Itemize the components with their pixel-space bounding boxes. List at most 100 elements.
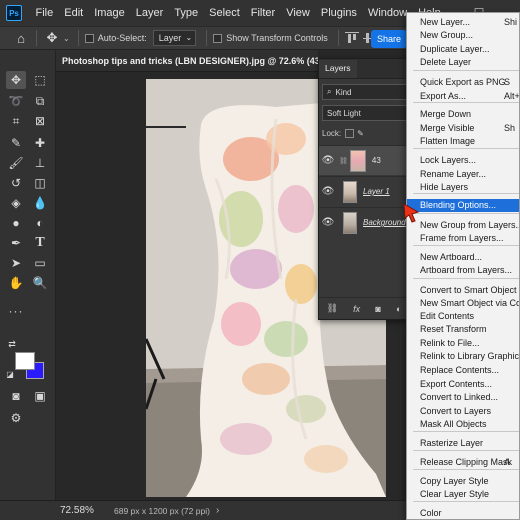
context-menu-item[interactable]: Mask All Objects <box>407 418 519 431</box>
adjustment-layer-icon[interactable]: ◐ <box>396 304 401 314</box>
context-menu-item[interactable]: Frame from Layers... <box>407 232 519 245</box>
content-credentials-icon[interactable]: ⚙ <box>6 409 26 427</box>
menu-layer[interactable]: Layer <box>130 0 169 26</box>
crop-tool-icon[interactable]: ⌗ <box>6 112 26 130</box>
document-tab[interactable]: Photoshop tips and tricks (LBN DESIGNER)… <box>56 50 318 72</box>
pen-tool-icon[interactable]: ✒ <box>6 234 26 252</box>
smudge-tool-icon[interactable]: ◐ <box>30 214 50 232</box>
type-tool-icon[interactable]: T <box>30 234 50 252</box>
context-menu-item[interactable]: Flatten Image <box>407 135 519 148</box>
context-menu-item[interactable]: Duplicate Layer... <box>407 43 519 56</box>
zoom-tool-icon[interactable]: 🔍 <box>30 274 50 292</box>
menu-file[interactable]: File <box>30 0 59 26</box>
hand-tool-icon[interactable]: ✋ <box>6 274 26 292</box>
context-menu-item[interactable]: Merge Down <box>407 108 519 121</box>
frame-tool-icon[interactable]: ⊠ <box>30 112 50 130</box>
tab-layers[interactable]: Layers <box>319 60 357 78</box>
context-menu-item[interactable]: Color <box>407 507 519 519</box>
menu-view[interactable]: View <box>281 0 316 26</box>
auto-select-checkbox[interactable] <box>84 33 94 43</box>
more-tools-icon[interactable]: ··· <box>6 302 26 320</box>
chevron-right-icon[interactable]: › <box>216 505 219 516</box>
chevron-down-icon[interactable]: ⌄ <box>63 34 70 43</box>
link-layers-icon[interactable]: ⛓ <box>327 303 338 314</box>
context-menu-item[interactable]: Relink to File... <box>407 337 519 350</box>
transform-controls-checkbox[interactable] <box>213 33 223 43</box>
context-menu-item[interactable]: Convert to Smart Object <box>407 284 519 297</box>
chevron-down-icon: ⌄ <box>185 33 193 42</box>
context-menu-item-label: Relink to File... <box>420 338 480 348</box>
layer-name[interactable]: 43 <box>372 156 381 165</box>
context-menu-item[interactable]: Copy Layer Style <box>407 475 519 488</box>
lock-pixels-icon[interactable]: ✎ <box>357 129 364 138</box>
history-brush-tool-icon[interactable]: ↺ <box>6 174 26 192</box>
zoom-level[interactable]: 72.58% <box>60 505 110 516</box>
filter-kind-dropdown[interactable]: ⌕ Kind <box>322 84 408 100</box>
blur-tool-icon[interactable]: 💧 <box>30 194 50 212</box>
context-menu-item[interactable]: Clear Layer Style <box>407 488 519 501</box>
rectangle-tool-icon[interactable]: ▭ <box>30 254 50 272</box>
paint-bucket-tool-icon[interactable]: ◈ <box>6 194 26 212</box>
context-menu-item[interactable]: Blending Options... <box>407 199 519 212</box>
foreground-color-swatch[interactable] <box>15 352 35 370</box>
context-menu-item[interactable]: Relink to Library Graphic... <box>407 350 519 363</box>
context-menu-item[interactable]: Artboard from Layers... <box>407 264 519 277</box>
move-tool-icon[interactable]: ✥ <box>41 27 63 49</box>
menu-image[interactable]: Image <box>89 0 131 26</box>
context-menu-item[interactable]: New Group from Layers... <box>407 219 519 232</box>
fx-icon[interactable]: fx <box>353 304 360 314</box>
path-selection-tool-icon[interactable]: ➤ <box>6 254 26 272</box>
marquee-tool-icon[interactable]: ⬚ <box>30 71 50 89</box>
add-mask-icon[interactable]: ◙ <box>375 304 380 314</box>
blend-mode-dropdown[interactable]: Soft Light <box>322 105 408 121</box>
clone-stamp-tool-icon[interactable]: ⊥ <box>30 154 50 172</box>
layer-name[interactable]: Background <box>363 218 406 227</box>
lasso-tool-icon[interactable]: ➰ <box>6 92 26 110</box>
context-menu-item[interactable]: New Group... <box>407 29 519 42</box>
object-select-tool-icon[interactable]: ⧉ <box>30 92 50 110</box>
context-menu-item[interactable]: New Artboard... <box>407 251 519 264</box>
context-menu-item[interactable]: Rename Layer... <box>407 168 519 181</box>
context-menu-item[interactable]: Convert to Layers <box>407 405 519 418</box>
context-menu-item[interactable]: Convert to Linked... <box>407 391 519 404</box>
context-menu-item[interactable]: Reset Transform <box>407 323 519 336</box>
eye-icon[interactable]: 👁 <box>319 217 337 228</box>
menu-filter[interactable]: Filter <box>245 0 280 26</box>
align-top-icon[interactable] <box>344 31 359 45</box>
context-menu-item[interactable]: Merge Visible Sh <box>407 122 519 135</box>
dodge-tool-icon[interactable]: ● <box>6 214 26 232</box>
layer-row-background[interactable]: 👁 Background <box>319 207 409 237</box>
context-menu-item[interactable]: Lock Layers... <box>407 154 519 167</box>
layer-thumbnail <box>343 211 357 234</box>
menu-edit[interactable]: Edit <box>59 0 89 26</box>
layer-row-43[interactable]: 👁 ⛓ 43 <box>319 145 409 175</box>
context-menu-item[interactable]: Delete Layer <box>407 56 519 69</box>
context-menu-item[interactable]: Quick Export as PNG S <box>407 76 519 89</box>
layer-name[interactable]: Layer 1 <box>363 187 390 196</box>
move-tool-icon[interactable]: ✥ <box>6 71 26 89</box>
context-menu-item[interactable]: New Layer... Shi <box>407 16 519 29</box>
auto-select-dropdown[interactable]: Layer ⌄ <box>152 30 197 46</box>
quick-mask-icon[interactable]: ◙ <box>6 387 26 405</box>
layer-row-layer-1[interactable]: 👁 Layer 1 <box>319 176 409 206</box>
home-icon[interactable]: ⌂ <box>10 27 32 49</box>
lock-transparent-icon[interactable] <box>345 128 355 138</box>
context-menu-item[interactable]: Rasterize Layer <box>407 437 519 450</box>
context-menu-item[interactable]: Replace Contents... <box>407 364 519 377</box>
context-menu-item[interactable]: New Smart Object via Copy <box>407 297 519 310</box>
context-menu-item[interactable]: Export Contents... <box>407 378 519 391</box>
share-button[interactable]: Share <box>371 30 407 48</box>
menu-type[interactable]: Type <box>169 0 204 26</box>
screen-mode-icon[interactable]: ▣ <box>30 387 50 405</box>
eye-icon[interactable]: 👁 <box>319 186 337 197</box>
eyedropper-tool-icon[interactable]: ✎ <box>6 134 26 152</box>
brush-tool-icon[interactable]: 🖌 <box>6 154 26 172</box>
healing-brush-tool-icon[interactable]: ✚ <box>30 134 50 152</box>
eye-icon[interactable]: 👁 <box>319 155 337 166</box>
lock-row: Lock: ✎ <box>322 126 408 140</box>
context-menu-item[interactable]: Edit Contents <box>407 310 519 323</box>
eraser-tool-icon[interactable]: ◫ <box>30 174 50 192</box>
context-menu-item[interactable]: Release Clipping Mask A <box>407 456 519 469</box>
menu-select[interactable]: Select <box>204 0 246 26</box>
menu-plugins[interactable]: Plugins <box>315 0 362 26</box>
